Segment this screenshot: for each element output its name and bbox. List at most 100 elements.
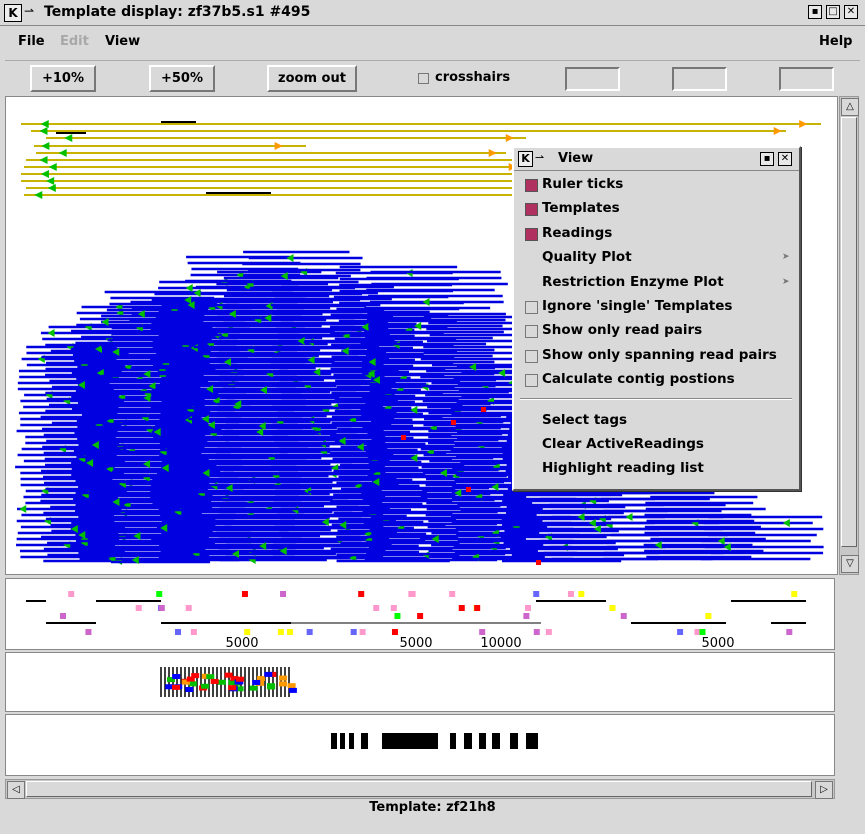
pin-icon[interactable]: ⇀: [535, 151, 544, 164]
tag-marker: [391, 629, 398, 635]
scroll-left-arrow-icon[interactable]: ◁: [7, 781, 25, 799]
tag-marker: [156, 591, 163, 597]
templates-checkbox[interactable]: [525, 203, 538, 216]
menu-bar: File Edit View Help: [0, 27, 865, 57]
position-field-2[interactable]: [672, 67, 727, 91]
pin-icon[interactable]: ⇀: [24, 4, 34, 18]
forward-primer-arrow: [47, 184, 56, 192]
contig-positions-checkbox[interactable]: [525, 374, 538, 387]
menu-item-contig-positions[interactable]: Calculate contig postions: [542, 371, 735, 387]
reverse-primer-arrow: [274, 142, 283, 150]
tag-marker: [158, 605, 165, 611]
restriction-plot: [331, 733, 538, 749]
menu-item-clear-active-readings[interactable]: Clear ActiveReadings: [542, 436, 704, 452]
menu-help[interactable]: Help: [819, 34, 852, 49]
forward-primer-arrow: [40, 170, 49, 178]
spanning-read-pairs-checkbox[interactable]: [525, 350, 538, 363]
reading-direction-arrow: [422, 298, 430, 306]
tag-marker: [280, 591, 287, 597]
position-field-1[interactable]: [565, 67, 620, 91]
ruler-panel[interactable]: 5000 5000 10000 5000: [5, 578, 835, 651]
ruler-tick-label: 5000: [701, 636, 734, 649]
menu-item-quality-plot[interactable]: Quality Plot: [542, 249, 632, 265]
maximize-button[interactable]: □: [826, 5, 840, 19]
position-field-3[interactable]: [779, 67, 834, 91]
restriction-panel[interactable]: [5, 714, 835, 776]
scroll-up-arrow-icon[interactable]: △: [841, 98, 859, 116]
highlight-marker: [401, 435, 406, 440]
tag-block: [288, 687, 297, 693]
reading-direction-arrow: [782, 519, 790, 527]
zoom-out-button[interactable]: zoom out: [267, 65, 357, 92]
menu-item-templates[interactable]: Templates: [542, 200, 620, 216]
restriction-site: [340, 733, 345, 749]
menu-item-restriction-enzyme-plot[interactable]: Restriction Enzyme Plot: [542, 274, 724, 290]
tag-marker: [358, 591, 365, 597]
tag-block: [186, 676, 195, 682]
crosshairs-label: crosshairs: [435, 70, 511, 85]
menu-item-ruler-ticks[interactable]: Ruler ticks: [542, 176, 623, 192]
forward-primer-arrow: [39, 127, 48, 135]
crosshairs-checkbox[interactable]: [418, 73, 429, 84]
forward-primer-arrow: [39, 156, 48, 164]
tag-marker: [390, 605, 397, 611]
tag-marker: [185, 605, 192, 611]
menu-item-readings[interactable]: Readings: [542, 225, 612, 241]
reverse-primer-arrow: [488, 149, 497, 157]
menu-item-read-pairs[interactable]: Show only read pairs: [542, 322, 702, 338]
view-menu-popup[interactable]: K ⇀ View ▪ ✕ Ruler ticks Templates Readi…: [512, 146, 801, 491]
view-menu-close-button[interactable]: ✕: [778, 152, 792, 166]
title-bar[interactable]: K ⇀ Template display: zf37b5.s1 #495 ▪ □…: [0, 0, 865, 26]
app-k-icon[interactable]: K: [4, 4, 22, 22]
restriction-site: [464, 733, 472, 749]
ignore-single-checkbox[interactable]: [525, 301, 538, 314]
tag-marker: [609, 605, 616, 611]
scroll-right-arrow-icon[interactable]: ▷: [815, 781, 833, 799]
forward-primer-arrow: [58, 149, 67, 157]
zoom-in-10-button[interactable]: +10%: [30, 65, 96, 92]
minimize-button[interactable]: ▪: [808, 5, 822, 19]
tag-block: [188, 681, 197, 687]
menu-file[interactable]: File: [18, 34, 45, 49]
horizontal-scroll-thumb[interactable]: [26, 781, 812, 797]
vertical-scrollbar[interactable]: △ ▽: [839, 96, 859, 575]
submenu-arrow-icon: ➤: [782, 277, 790, 287]
tag-marker: [306, 629, 313, 635]
tag-marker: [373, 605, 380, 611]
tag-block: [172, 684, 181, 690]
horizontal-scrollbar[interactable]: ◁ ▷: [5, 779, 835, 799]
tag-panel[interactable]: [5, 652, 835, 712]
restriction-site: [349, 733, 354, 749]
reverse-primer-arrow: [773, 127, 782, 135]
highlight-marker: [451, 420, 456, 425]
menu-item-highlight-reading-list[interactable]: Highlight reading list: [542, 460, 704, 476]
menu-item-select-tags[interactable]: Select tags: [542, 412, 627, 428]
ruler-ticks-checkbox[interactable]: [525, 179, 538, 192]
read-pairs-checkbox[interactable]: [525, 325, 538, 338]
tag-marker: [523, 613, 530, 619]
tag-marker: [175, 629, 182, 635]
tag-block: [172, 674, 181, 680]
view-menu-title-bar[interactable]: K ⇀ View ▪ ✕: [514, 148, 799, 171]
tag-marker: [277, 629, 284, 635]
forward-primer-arrow: [41, 142, 50, 150]
tag-block: [279, 675, 288, 681]
vertical-scroll-thumb[interactable]: [841, 117, 857, 547]
tag-marker: [545, 629, 552, 635]
tag-block: [201, 683, 210, 689]
menu-view[interactable]: View: [105, 34, 140, 49]
restriction-site: [526, 733, 538, 749]
menu-item-ignore-single[interactable]: Ignore 'single' Templates: [542, 298, 732, 314]
menu-edit[interactable]: Edit: [60, 34, 89, 49]
restriction-site: [479, 733, 486, 749]
menu-item-spanning-read-pairs[interactable]: Show only spanning read pairs: [542, 347, 777, 363]
close-button[interactable]: ✕: [844, 5, 858, 19]
forward-primer-arrow: [46, 177, 55, 185]
readings-checkbox[interactable]: [525, 228, 538, 241]
scroll-down-arrow-icon[interactable]: ▽: [841, 555, 859, 573]
tag-marker: [409, 591, 416, 597]
tag-marker: [786, 629, 793, 635]
tag-marker: [68, 591, 75, 597]
zoom-in-50-button[interactable]: +50%: [149, 65, 215, 92]
view-menu-minimize-button[interactable]: ▪: [760, 152, 774, 166]
